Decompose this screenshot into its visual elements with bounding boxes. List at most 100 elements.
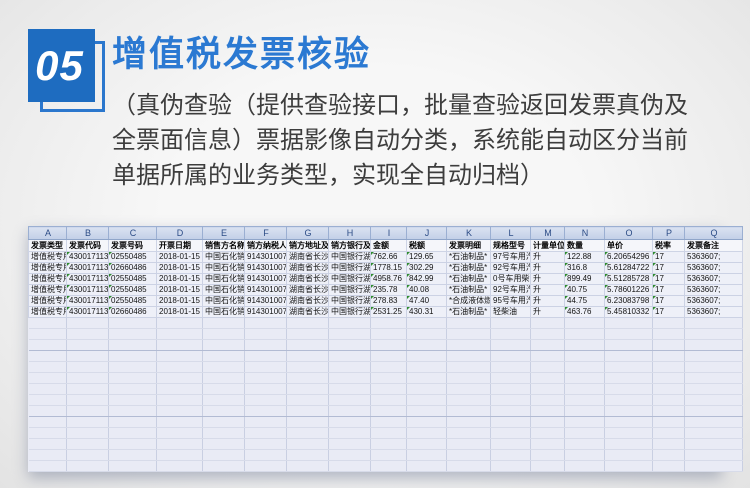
empty-cell (407, 439, 447, 450)
empty-cell (653, 373, 685, 384)
empty-cell (203, 384, 245, 395)
empty-cell (371, 351, 407, 362)
data-cell: 6.23083798 (605, 296, 653, 307)
text-format-flag-icon (653, 307, 656, 310)
empty-cell (653, 450, 685, 461)
empty-cell (29, 428, 67, 439)
text-format-flag-icon (605, 285, 608, 288)
empty-cell (287, 450, 329, 461)
data-cell: 湖南省长沙 (287, 285, 329, 296)
empty-cell (531, 362, 565, 373)
empty-cell (245, 428, 287, 439)
empty-cell (491, 340, 531, 351)
empty-cell (329, 450, 371, 461)
column-letter: P (653, 227, 685, 240)
text-format-flag-icon (565, 296, 568, 299)
empty-cell (245, 384, 287, 395)
empty-cell (371, 318, 407, 329)
data-cell: 轻柴油 (491, 307, 531, 318)
empty-cell (157, 450, 203, 461)
data-cell: *石油制品* (447, 307, 491, 318)
empty-cell (67, 461, 109, 472)
text-format-flag-icon (67, 285, 70, 288)
empty-cell (329, 318, 371, 329)
empty-cell (605, 395, 653, 406)
empty-cell (157, 439, 203, 450)
data-cell: 增值税专用 (29, 296, 67, 307)
empty-cell (605, 373, 653, 384)
empty-cell (447, 362, 491, 373)
empty-cell (531, 395, 565, 406)
empty-cell (29, 406, 67, 417)
empty-cell (329, 428, 371, 439)
empty-cell (491, 450, 531, 461)
empty-cell (653, 395, 685, 406)
data-cell: 升 (531, 274, 565, 285)
data-cell: 2018-01-15 (157, 307, 203, 318)
text-format-flag-icon (605, 263, 608, 266)
text-format-flag-icon (653, 252, 656, 255)
column-letter: C (109, 227, 157, 240)
empty-cell (565, 450, 605, 461)
empty-cell (531, 461, 565, 472)
table-row: 增值税专用43001711300025504852018-01-15中国石化销9… (29, 285, 743, 296)
data-cell: 湖南省长沙 (287, 307, 329, 318)
empty-cell (67, 439, 109, 450)
empty-cell (605, 362, 653, 373)
empty-cell (67, 340, 109, 351)
empty-row (29, 406, 743, 417)
empty-cell (203, 417, 245, 428)
page-title: 增值税发票核验 (112, 26, 371, 77)
data-cell: *石油制品* (447, 274, 491, 285)
empty-cell (371, 417, 407, 428)
data-cell: *石油制品* (447, 263, 491, 274)
data-cell: 5363607; (685, 307, 743, 318)
text-format-flag-icon (109, 263, 112, 266)
empty-row (29, 351, 743, 362)
empty-cell (653, 329, 685, 340)
text-format-flag-icon (605, 307, 608, 310)
data-cell: 5363607; (685, 252, 743, 263)
empty-cell (203, 439, 245, 450)
data-cell: 5363607; (685, 263, 743, 274)
text-format-flag-icon (371, 307, 374, 310)
text-format-flag-icon (371, 252, 374, 255)
empty-cell (531, 373, 565, 384)
empty-row (29, 450, 743, 461)
empty-cell (407, 461, 447, 472)
data-cell: 02550485 (109, 296, 157, 307)
empty-cell (491, 417, 531, 428)
data-cell: 17 (653, 307, 685, 318)
empty-cell (605, 329, 653, 340)
empty-cell (491, 461, 531, 472)
field-header-cell: 发票类型 (29, 240, 67, 252)
empty-cell (245, 329, 287, 340)
empty-cell (565, 329, 605, 340)
data-cell: 129.65 (407, 252, 447, 263)
empty-cell (29, 461, 67, 472)
data-cell: 44.75 (565, 296, 605, 307)
text-format-flag-icon (605, 252, 608, 255)
empty-cell (157, 384, 203, 395)
empty-cell (67, 329, 109, 340)
empty-cell (447, 417, 491, 428)
data-cell: 2531.25 (371, 307, 407, 318)
data-cell: 9143010071 (245, 274, 287, 285)
empty-cell (203, 406, 245, 417)
empty-cell (531, 406, 565, 417)
data-cell: 增值税专用 (29, 274, 67, 285)
data-cell: 316.8 (565, 263, 605, 274)
empty-cell (605, 351, 653, 362)
text-format-flag-icon (67, 307, 70, 310)
text-format-flag-icon (407, 263, 410, 266)
data-cell: 9143010071 (245, 285, 287, 296)
data-cell: 40.75 (565, 285, 605, 296)
text-format-flag-icon (565, 307, 568, 310)
empty-cell (329, 373, 371, 384)
empty-cell (109, 417, 157, 428)
empty-cell (653, 406, 685, 417)
empty-cell (653, 340, 685, 351)
data-cell: 中国石化销 (203, 252, 245, 263)
data-cell: 升 (531, 263, 565, 274)
empty-cell (203, 340, 245, 351)
